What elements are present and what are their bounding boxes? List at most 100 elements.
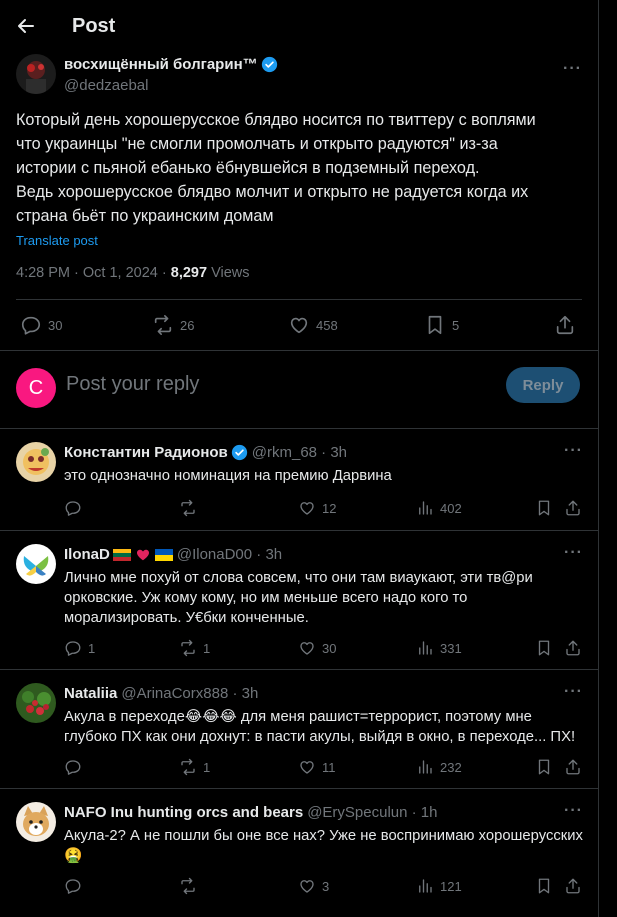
share-action[interactable] bbox=[564, 639, 588, 657]
like-action[interactable]: 3 bbox=[298, 877, 329, 895]
share-action[interactable] bbox=[554, 314, 582, 336]
repost-action[interactable]: 1 bbox=[179, 639, 210, 657]
post-text-line: Ведь хорошерусское блядво молчит и откры… bbox=[16, 183, 529, 201]
reply-author-name[interactable]: Nataliia bbox=[64, 685, 117, 702]
back-arrow-icon[interactable] bbox=[16, 16, 36, 36]
reply-author-handle[interactable]: @rkm_68 · 3h bbox=[252, 444, 347, 461]
verified-badge-icon bbox=[231, 444, 247, 461]
views-action[interactable]: 232 bbox=[416, 758, 462, 776]
reply-action[interactable]: 30 bbox=[20, 314, 62, 336]
bookmark-action[interactable] bbox=[535, 758, 559, 776]
post-text-line: страна бьёт по украинским домам bbox=[16, 207, 274, 225]
bookmark-count: 5 bbox=[452, 317, 460, 333]
main-column: Post восхищённый болгарин™ @dedzaebal ··… bbox=[0, 0, 599, 917]
more-options-icon[interactable]: ··· bbox=[564, 442, 583, 460]
reply-avatar[interactable] bbox=[16, 544, 56, 584]
repost-count: 1 bbox=[203, 759, 211, 775]
reply-icon bbox=[65, 501, 81, 516]
bookmark-action[interactable] bbox=[535, 877, 559, 895]
views-count: 232 bbox=[440, 759, 462, 775]
post-text-line: что украинцы "не смогли промолчать и отк… bbox=[16, 135, 498, 153]
author-name-line: восхищённый болгарин™ bbox=[64, 56, 278, 73]
bookmark-action[interactable] bbox=[535, 639, 559, 657]
heart-icon bbox=[300, 880, 314, 893]
bookmark-icon bbox=[538, 759, 550, 775]
like-action[interactable]: 30 bbox=[298, 639, 336, 657]
views-action[interactable]: 402 bbox=[416, 499, 462, 517]
author-handle[interactable]: @dedzaebal bbox=[64, 77, 148, 94]
verified-badge-icon bbox=[261, 56, 277, 73]
views-count: 8,297 bbox=[170, 265, 208, 281]
repost-icon bbox=[181, 758, 195, 776]
share-icon bbox=[566, 640, 580, 656]
reply-text-line: это однозначно номинация на премию Дарви… bbox=[64, 468, 392, 484]
reply-header: IlonaD @IlonaD00 · 3h bbox=[64, 546, 282, 563]
bookmark-action[interactable]: 5 bbox=[424, 314, 459, 336]
reply-action[interactable]: 1 bbox=[64, 639, 95, 657]
reply-author-name[interactable]: IlonaD bbox=[64, 546, 110, 563]
reply-avatar[interactable] bbox=[16, 683, 56, 723]
reply-action[interactable] bbox=[64, 877, 88, 895]
more-options-icon[interactable]: ··· bbox=[563, 60, 582, 78]
reply-header: NAFO Inu hunting orcs and bears @ErySpec… bbox=[64, 804, 437, 821]
like-action[interactable]: 458 bbox=[288, 314, 338, 336]
more-options-icon[interactable]: ··· bbox=[564, 802, 583, 820]
reply-author-handle[interactable]: @ErySpeculun · 1h bbox=[307, 804, 437, 821]
heart-icon bbox=[290, 317, 308, 334]
share-action[interactable] bbox=[564, 499, 588, 517]
like-action[interactable]: 11 bbox=[298, 758, 336, 776]
author-name[interactable]: восхищённый болгарин™ bbox=[64, 56, 258, 73]
views-action[interactable]: 331 bbox=[416, 639, 462, 657]
like-count: 11 bbox=[322, 759, 336, 775]
reply-count: 1 bbox=[88, 640, 96, 656]
reply-text-line: Лично мне похуй от слова совсем, что они… bbox=[64, 570, 533, 586]
reply-author-handle[interactable]: @IlonaD00 · 3h bbox=[177, 546, 282, 563]
reply-count: 30 bbox=[48, 317, 63, 333]
reply-author-name[interactable]: NAFO Inu hunting orcs and bears bbox=[64, 804, 303, 821]
reply-actions: 1 11 232 bbox=[64, 758, 583, 778]
share-action[interactable] bbox=[564, 877, 588, 895]
more-options-icon[interactable]: ··· bbox=[564, 683, 583, 701]
reply-tweet[interactable]: NAFO Inu hunting orcs and bears @ErySpec… bbox=[0, 790, 599, 917]
author-avatar[interactable] bbox=[16, 54, 56, 94]
repost-action[interactable]: 26 bbox=[152, 314, 194, 336]
reply-tweet[interactable]: Константин Радионов @rkm_68 · 3h ··· это… bbox=[0, 430, 599, 531]
views-chart-icon bbox=[419, 641, 432, 655]
more-options-icon[interactable]: ··· bbox=[564, 544, 583, 562]
post-timestamp[interactable]: 4:28 PM · Oct 1, 2024 · bbox=[16, 265, 171, 281]
repost-action[interactable] bbox=[179, 499, 203, 517]
bookmark-action[interactable] bbox=[535, 499, 559, 517]
reply-tweet[interactable]: IlonaD @IlonaD00 · 3h ··· Лично мне поху… bbox=[0, 532, 599, 670]
reply-avatar[interactable] bbox=[16, 442, 56, 482]
reply-author-handle[interactable]: @ArinaCorx888 · 3h bbox=[121, 685, 258, 702]
reply-text-line: Акула-2? А не пошли бы оне все нах? Уже … bbox=[64, 828, 583, 844]
reply-input[interactable]: Post your reply bbox=[66, 373, 199, 396]
reply-composer: C Post your reply Reply bbox=[0, 351, 599, 429]
views-chart-icon bbox=[419, 879, 432, 893]
reply-avatar[interactable] bbox=[16, 802, 56, 842]
reply-button[interactable]: Reply bbox=[506, 367, 580, 403]
like-count: 458 bbox=[316, 317, 338, 333]
repost-action[interactable]: 1 bbox=[179, 758, 210, 776]
reply-action[interactable] bbox=[64, 758, 88, 776]
reply-action[interactable] bbox=[64, 499, 88, 517]
post-text-line: Который день хорошерусское блядво носитс… bbox=[16, 111, 536, 129]
reply-icon bbox=[65, 879, 81, 894]
reply-actions: 12 402 bbox=[64, 499, 583, 519]
reply-text-line: глубоко ПХ как они дохнут: в пасти акулы… bbox=[64, 729, 576, 745]
translate-post-link[interactable]: Translate post bbox=[16, 233, 98, 248]
share-action[interactable] bbox=[564, 758, 588, 776]
views-action[interactable]: 121 bbox=[416, 877, 462, 895]
reply-text-line: орковские. Уж кому кому, но им меньше вс… bbox=[64, 590, 468, 606]
share-icon bbox=[556, 315, 574, 335]
bookmark-icon bbox=[538, 640, 550, 656]
reply-header: Nataliia @ArinaCorx888 · 3h bbox=[64, 685, 258, 702]
like-action[interactable]: 12 bbox=[298, 499, 336, 517]
bookmark-icon bbox=[538, 500, 550, 516]
user-avatar[interactable]: C bbox=[16, 368, 56, 408]
views-count: 121 bbox=[440, 878, 462, 894]
reply-tweet[interactable]: Nataliia @ArinaCorx888 · 3h ··· Акула в … bbox=[0, 671, 599, 789]
reply-text-line: 🤮 bbox=[64, 848, 83, 864]
reply-author-name[interactable]: Константин Радионов bbox=[64, 444, 228, 461]
repost-action[interactable] bbox=[179, 877, 203, 895]
